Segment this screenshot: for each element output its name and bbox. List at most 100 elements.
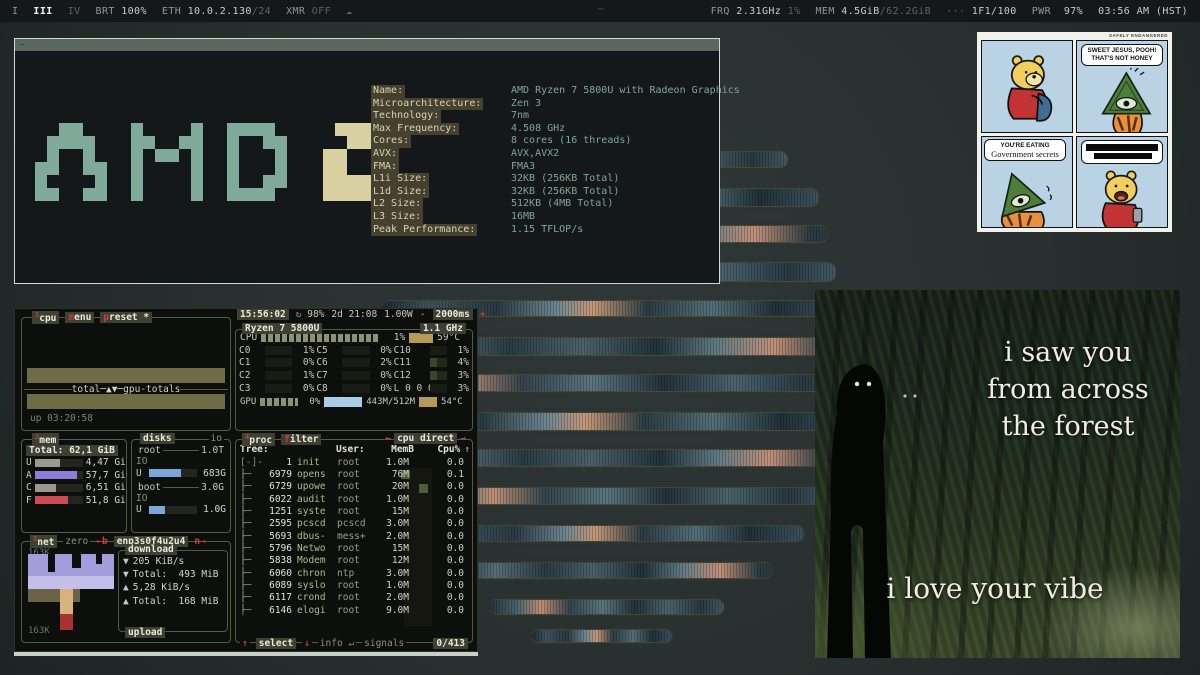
core-row: C80% <box>316 382 391 395</box>
disk-header: boot3.0G <box>136 482 226 493</box>
core-row: C70% <box>316 369 391 382</box>
process-row[interactable]: ├─6089sysloroot1.0M0.0 <box>236 579 472 591</box>
mem-total: Total: 62,1 GiB <box>26 445 118 456</box>
process-row[interactable]: ├─6146elogiroot9.0M0.0 <box>236 604 472 616</box>
shocked-pooh-panel <box>1076 136 1168 229</box>
btop-window[interactable]: 1cpu menu preset * total─▲▼─gpu-totals u… <box>14 308 478 652</box>
amd-ascii-art <box>35 123 395 201</box>
cpu-info-value: 7nm <box>511 110 529 123</box>
cpu-info-value: 4.508 GHz <box>511 123 565 136</box>
core-row: C21% <box>239 369 314 382</box>
cpu-info-value: 16MB <box>511 211 535 224</box>
clock-readout: 15:56:02 <box>237 309 289 320</box>
disk-used-bar <box>149 469 197 477</box>
shocked-pooh-figure <box>1077 167 1167 228</box>
core-graph <box>265 358 292 367</box>
preset-button[interactable]: preset * <box>100 312 152 323</box>
core-graph <box>430 384 447 393</box>
process-row[interactable]: ├─6979opensroot76M0.1 <box>236 468 472 480</box>
mem-bar <box>35 484 83 492</box>
proc-count: 0/413 <box>433 638 468 649</box>
cpu-box-title[interactable]: 1cpu <box>32 311 59 324</box>
pooh-meme-image: SAFELY ENDANGERED SWEET JESUS, POOH! <box>977 32 1172 232</box>
select-button[interactable]: select <box>256 638 296 649</box>
process-row[interactable]: ├─6729upoweroot20M0.0 <box>236 481 472 493</box>
proc-footer: ↑ select ↓ info ↵ signals 0/413 <box>236 638 472 649</box>
xmr-toggle[interactable]: XMR OFF <box>286 6 331 17</box>
interval-minus-button[interactable]: - <box>420 309 426 320</box>
menu-button[interactable]: menu <box>65 312 94 323</box>
cpu-info-row: Cores: 8 cores (16 threads) <box>371 135 740 148</box>
workspace-iv[interactable]: IV <box>68 6 81 17</box>
io-mode-label[interactable]: io <box>209 433 224 444</box>
disk-header: root1.0T <box>136 445 226 456</box>
cpu-info-value: Zen 3 <box>511 98 541 111</box>
core-graph <box>430 371 447 380</box>
disk-group: root1.0T IO U 683G <box>136 445 226 480</box>
mem-row: U 4,47 Gi <box>26 457 122 470</box>
process-row[interactable]: ├─6022auditroot1.0M0.0 <box>236 493 472 505</box>
core-grid: C01%C10%C21%C30% C50%C62%C70%C80% C101%C… <box>236 343 472 395</box>
net-next-button[interactable]: n→ <box>194 536 205 547</box>
cpu-info-value: AMD Ryzen 7 5800U with Radeon Graphics <box>511 85 740 98</box>
cpu-usage-meter <box>261 334 379 342</box>
process-row[interactable]: [-]-1initroot1.0M0.0 <box>236 456 472 468</box>
cpu-info-row: AVX: AVX,AVX2 <box>371 148 740 161</box>
gpu-mem-graph <box>324 397 362 407</box>
cpu-info-label: FMA: <box>371 161 399 174</box>
core-graph <box>430 358 447 367</box>
select-up-arrow[interactable]: ↑ <box>240 638 250 649</box>
core-graph <box>430 346 447 355</box>
core-row: C30% <box>239 382 314 395</box>
illuminati-tigger-figure <box>1077 68 1168 133</box>
filter-button[interactable]: filter <box>281 434 321 445</box>
cpu-info-table: Name: AMD Ryzen 7 5800U with Radeon Grap… <box>371 85 740 236</box>
process-row[interactable]: ├─5838Modemroot12M0.0 <box>236 555 472 567</box>
pooh-panel-1 <box>981 40 1073 133</box>
workspace-iii[interactable]: III <box>33 6 52 17</box>
ethernet-indicator: ETH 10.0.2.130/24 <box>162 6 271 17</box>
cpu-graph-box: 1cpu menu preset * total─▲▼─gpu-totals u… <box>21 317 231 431</box>
interval-plus-button[interactable]: + <box>480 309 486 320</box>
battery-readout: ↻ 98% <box>296 309 325 320</box>
window-title-indicator: ~ <box>598 4 604 15</box>
disk-used-row: U 683G <box>136 467 226 480</box>
mem-box-title[interactable]: 2mem <box>32 433 59 446</box>
proc-box: 4proc filter ← cpu direct → Tree: User: … <box>235 439 473 643</box>
counter-indicator: ··· 1F1/100 <box>946 6 1017 17</box>
core-row: C123% <box>394 369 469 382</box>
net-graph: 163K 163K <box>26 546 114 638</box>
disks-box: disks io root1.0T IO U 683G boot3.0G IO … <box>131 439 231 533</box>
process-row[interactable]: ├─1251systeroot15M0.0 <box>236 505 472 517</box>
redaction-bar <box>1086 144 1158 151</box>
gpu-total-graph <box>27 394 225 409</box>
process-row[interactable]: ├─2595pcscdpcscd3.0M0.0 <box>236 518 472 530</box>
illuminati-tigger-eating-figure <box>981 169 1072 228</box>
signals-button[interactable]: signals <box>362 638 406 649</box>
select-down-arrow[interactable]: ↓ <box>302 638 312 649</box>
cpu-info-row: Peak Performance: 1.15 TFLOP/s <box>371 224 740 237</box>
cpu-info-row: FMA: FMA3 <box>371 161 740 174</box>
disk-used-row: U 1.0G <box>136 504 226 517</box>
cpu-info-value: 32KB (256KB Total) <box>511 186 619 199</box>
wallpaper-glitch-strip <box>532 630 672 642</box>
terminal-window[interactable]: ~ Name: AMD Ryzen 7 5800U with Radeon Gr… <box>14 38 720 284</box>
cpu-info-label: Microarchitecture: <box>371 98 483 111</box>
cpu-info-label: Cores: <box>371 135 411 148</box>
proc-sort-left-button[interactable]: ← <box>385 433 391 444</box>
proc-sort-right-button[interactable]: → <box>460 433 466 444</box>
info-button[interactable]: info ↵ <box>318 638 356 649</box>
process-row[interactable]: ├─6117crondroot2.0M0.0 <box>236 592 472 604</box>
disks-box-title[interactable]: disks <box>140 433 175 444</box>
workspace-i[interactable]: I <box>12 6 18 17</box>
btop-window-bottom-border <box>14 652 478 656</box>
meme-watermark: SAFELY ENDANGERED <box>1109 33 1168 38</box>
process-row[interactable]: ├─5693dbus-mess+2.0M0.0 <box>236 530 472 542</box>
proc-box-title[interactable]: 4proc <box>242 433 275 446</box>
process-row[interactable]: ├─6060chronntp3.0M0.0 <box>236 567 472 579</box>
process-row[interactable]: ├─5796Networoot15M0.0 <box>236 542 472 554</box>
brightness-indicator: BRT 100% <box>96 6 147 17</box>
cpu-info-row: Name: AMD Ryzen 7 5800U with Radeon Grap… <box>371 85 740 98</box>
mem-row: C 6,51 Gi <box>26 482 122 495</box>
terminal-titlebar[interactable]: ~ <box>15 39 719 51</box>
